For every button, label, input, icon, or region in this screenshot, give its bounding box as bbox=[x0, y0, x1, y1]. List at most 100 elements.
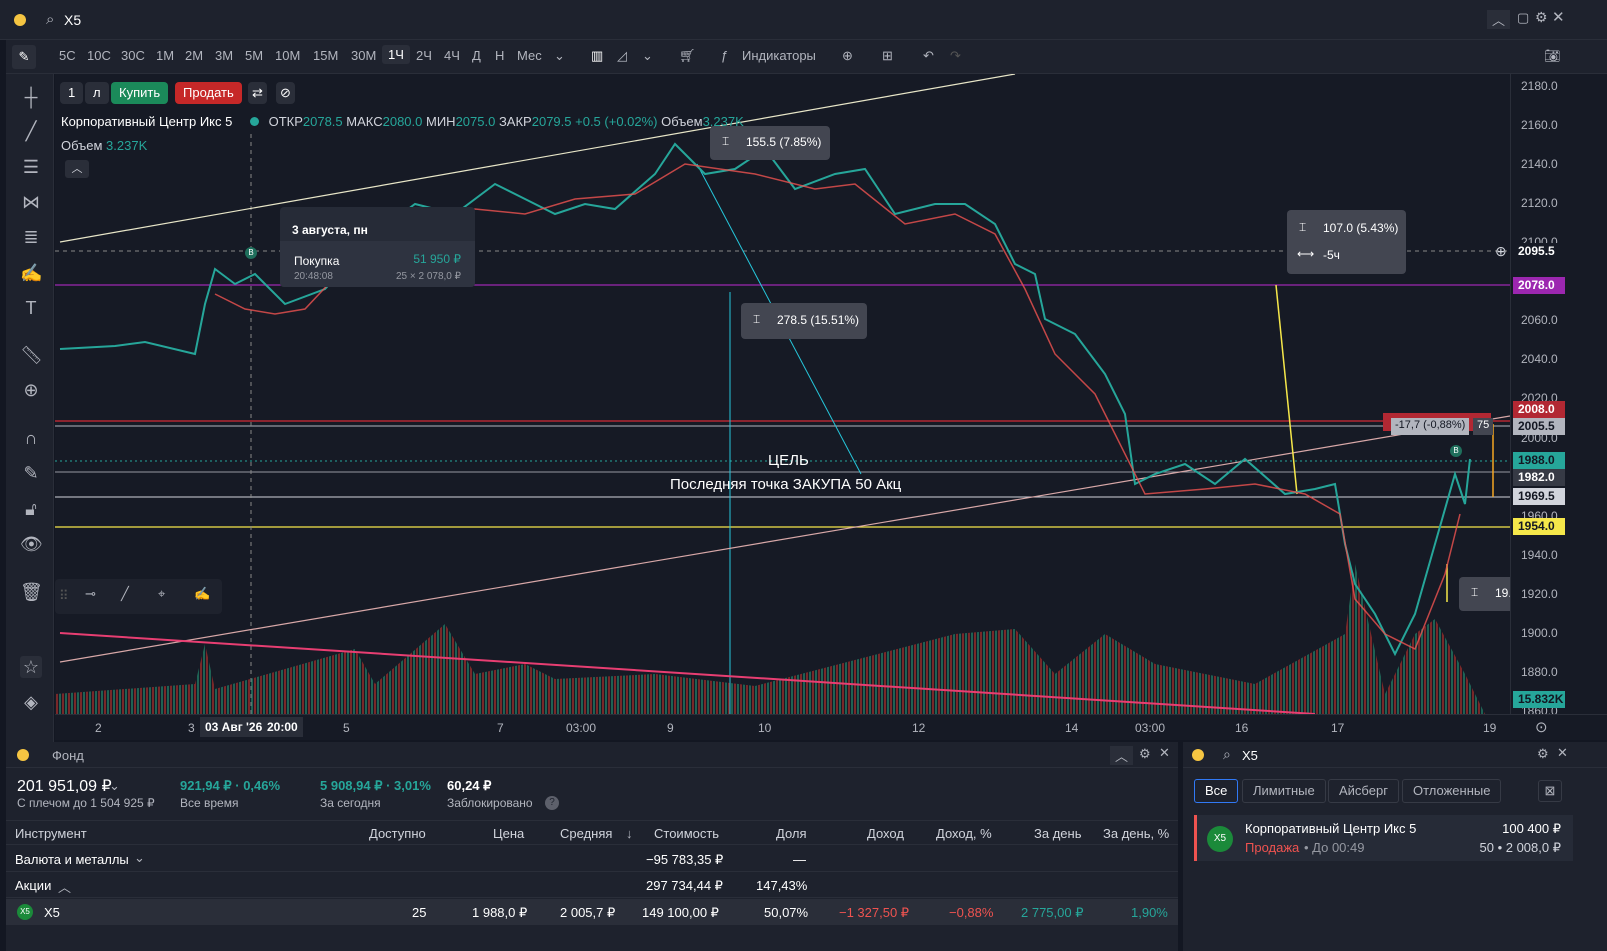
reverse-icon[interactable]: ⇄ bbox=[248, 82, 267, 104]
tf-10m[interactable]: 10М bbox=[275, 48, 300, 63]
gear-icon[interactable]: ⚙ bbox=[1537, 746, 1549, 762]
buy-marker-icon[interactable]: B bbox=[245, 247, 257, 259]
maximize-icon[interactable]: ▢ bbox=[1517, 10, 1529, 26]
pencil-icon[interactable]: ✎ bbox=[12, 45, 36, 69]
column-header[interactable]: Средняя bbox=[560, 826, 612, 841]
trend-line-icon[interactable]: ╱ bbox=[20, 120, 42, 142]
pin-icon[interactable]: ⌖ bbox=[158, 586, 165, 602]
price-badge[interactable]: 2008.0 bbox=[1513, 401, 1565, 418]
trend-line-icon[interactable]: ╱ bbox=[121, 586, 129, 602]
position-pnl[interactable]: -17,7 (-0,88%) bbox=[1391, 418, 1470, 435]
tf-month[interactable]: Мес bbox=[517, 48, 542, 63]
price-axis[interactable]: 2180.0 2160.0 2140.0 2120.0 2100.0 2060.… bbox=[1495, 74, 1607, 718]
close-icon[interactable]: ✕ bbox=[1552, 8, 1565, 26]
price-badge[interactable]: 2005.5 bbox=[1513, 418, 1565, 435]
column-header[interactable]: Стоимость bbox=[654, 826, 719, 841]
camera-icon[interactable]: 📷︎ bbox=[1544, 48, 1561, 64]
portfolio-title[interactable]: Фонд bbox=[52, 748, 84, 763]
lot-unit[interactable]: л bbox=[85, 82, 109, 104]
measure-label-3[interactable]: ⌶ 107.0 (5.43%) ⟷ -5ч bbox=[1287, 210, 1406, 274]
column-header[interactable]: Доход, % bbox=[936, 826, 992, 841]
column-header[interactable]: Доступно bbox=[369, 826, 426, 841]
chevron-up-icon[interactable]: ︿ bbox=[58, 877, 71, 896]
sort-down-icon[interactable]: ↓ bbox=[626, 826, 633, 841]
tab-all[interactable]: Все bbox=[1194, 779, 1239, 803]
balance[interactable]: 201 951,09 ₽ bbox=[17, 776, 112, 796]
collapse-icon[interactable]: ︿ bbox=[1487, 10, 1511, 29]
clear-filter-icon[interactable]: ⊠ bbox=[1538, 780, 1562, 802]
column-header[interactable]: За день, % bbox=[1103, 826, 1169, 841]
chevron-down-icon[interactable]: ⌄ bbox=[134, 850, 145, 866]
crosshair-icon[interactable]: ┼ bbox=[20, 86, 42, 108]
link-color-dot[interactable] bbox=[14, 14, 26, 26]
brush-icon[interactable]: ✍ bbox=[20, 262, 42, 284]
tf-2h[interactable]: 2Ч bbox=[416, 48, 432, 63]
price-chart[interactable]: 1 л Купить Продать ⇄ ⊘ Корпоративный Цен… bbox=[55, 74, 1510, 714]
search-icon[interactable]: ⌕ bbox=[1223, 746, 1231, 763]
price-badge[interactable]: 1982.0 bbox=[1513, 469, 1565, 486]
orders-search[interactable]: X5 bbox=[1242, 748, 1258, 763]
group-row[interactable]: Валюта и металлы ⌄ −95 783,35 ₽ — bbox=[6, 846, 1178, 872]
chevron-down-icon[interactable]: ⌄ bbox=[642, 48, 653, 64]
group-row[interactable]: Акции ︿ 297 734,44 ₽ 147,43% bbox=[6, 872, 1178, 898]
drag-handle-icon[interactable]: ⠿ bbox=[59, 588, 69, 604]
sell-button[interactable]: Продать bbox=[175, 82, 242, 104]
position-qty[interactable]: 75 bbox=[1473, 418, 1494, 435]
fib-icon[interactable]: ≣ bbox=[20, 226, 42, 248]
collapse-legend-icon[interactable]: ︿ bbox=[65, 160, 89, 178]
close-icon[interactable]: ✕ bbox=[1557, 745, 1568, 761]
undo-icon[interactable]: ↶ bbox=[923, 48, 934, 64]
tf-1m[interactable]: 1М bbox=[156, 48, 174, 63]
chart-type-icon[interactable]: ◿ bbox=[617, 48, 627, 64]
horizontal-ray-icon[interactable]: ⊸ bbox=[85, 586, 96, 602]
help-icon[interactable]: ? bbox=[545, 796, 559, 810]
tf-10s[interactable]: 10С bbox=[87, 48, 111, 63]
column-header[interactable]: Цена bbox=[493, 826, 524, 841]
price-badge[interactable]: 2095.5 bbox=[1513, 243, 1565, 260]
collapse-icon[interactable]: ︿ bbox=[1110, 746, 1134, 765]
order-card[interactable]: X5 Корпоративный Центр Икс 5 Продажа • Д… bbox=[1194, 815, 1573, 861]
candles-icon[interactable]: ▥ bbox=[591, 48, 603, 64]
magnet-icon[interactable]: ∩ bbox=[20, 427, 42, 449]
buy-marker-icon[interactable]: B bbox=[1450, 445, 1462, 457]
pattern-icon[interactable]: ⋈ bbox=[20, 191, 42, 213]
volume-badge[interactable]: 15.832K bbox=[1513, 691, 1565, 708]
lock-icon[interactable]: 🔓︎ bbox=[20, 498, 42, 520]
brush-icon[interactable]: ✍ bbox=[194, 586, 210, 602]
chevron-down-icon[interactable]: ⌄ bbox=[109, 778, 120, 794]
buy-button[interactable]: Купить bbox=[111, 82, 169, 104]
chevron-down-icon[interactable]: ⌄ bbox=[554, 48, 565, 64]
close-icon[interactable]: ✕ bbox=[1159, 745, 1170, 761]
tf-1h[interactable]: 1Ч bbox=[382, 45, 410, 64]
text-icon[interactable]: T bbox=[20, 297, 42, 319]
column-header[interactable]: Инструмент bbox=[15, 826, 87, 841]
tf-15m[interactable]: 15М bbox=[313, 48, 338, 63]
price-badge[interactable]: 1954.0 bbox=[1513, 518, 1565, 535]
tf-30m[interactable]: 30М bbox=[351, 48, 376, 63]
ticker-search[interactable]: X5 bbox=[64, 12, 81, 28]
eye-icon[interactable]: 👁︎ bbox=[20, 533, 43, 555]
link-color-dot[interactable] bbox=[1192, 749, 1204, 761]
tf-5s[interactable]: 5С bbox=[59, 48, 76, 63]
tf-2m[interactable]: 2М bbox=[185, 48, 203, 63]
tf-day[interactable]: Д bbox=[472, 48, 481, 63]
star-icon[interactable]: ☆ bbox=[20, 656, 42, 678]
column-header[interactable]: За день bbox=[1034, 826, 1081, 841]
layers-icon[interactable]: ◈ bbox=[20, 691, 42, 713]
column-header[interactable]: Доля bbox=[776, 826, 807, 841]
horizontal-lines-icon[interactable]: ☰ bbox=[20, 156, 42, 178]
tab-limit[interactable]: Лимитные bbox=[1242, 779, 1326, 803]
tf-30s[interactable]: 30С bbox=[121, 48, 145, 63]
indicators-button[interactable]: Индикаторы bbox=[742, 48, 816, 63]
time-axis[interactable]: 2 3 03 Авг '26 20:00 5 7 03:00 9 10 12 1… bbox=[55, 714, 1607, 740]
target-label[interactable]: ЦЕЛЬ bbox=[768, 452, 809, 469]
add-level-icon[interactable]: ⊕ bbox=[1495, 243, 1507, 260]
indicators-icon[interactable]: ƒ bbox=[721, 48, 728, 63]
cart-icon[interactable]: 🛒︎ bbox=[679, 48, 696, 64]
price-badge[interactable]: 1988.0 bbox=[1513, 452, 1565, 469]
tf-week[interactable]: Н bbox=[495, 48, 504, 63]
tab-iceberg[interactable]: Айсберг bbox=[1328, 779, 1399, 803]
link-color-dot[interactable] bbox=[17, 749, 29, 761]
cancel-icon[interactable]: ⊘ bbox=[276, 82, 295, 104]
redo-icon[interactable]: ↷ bbox=[950, 48, 961, 64]
